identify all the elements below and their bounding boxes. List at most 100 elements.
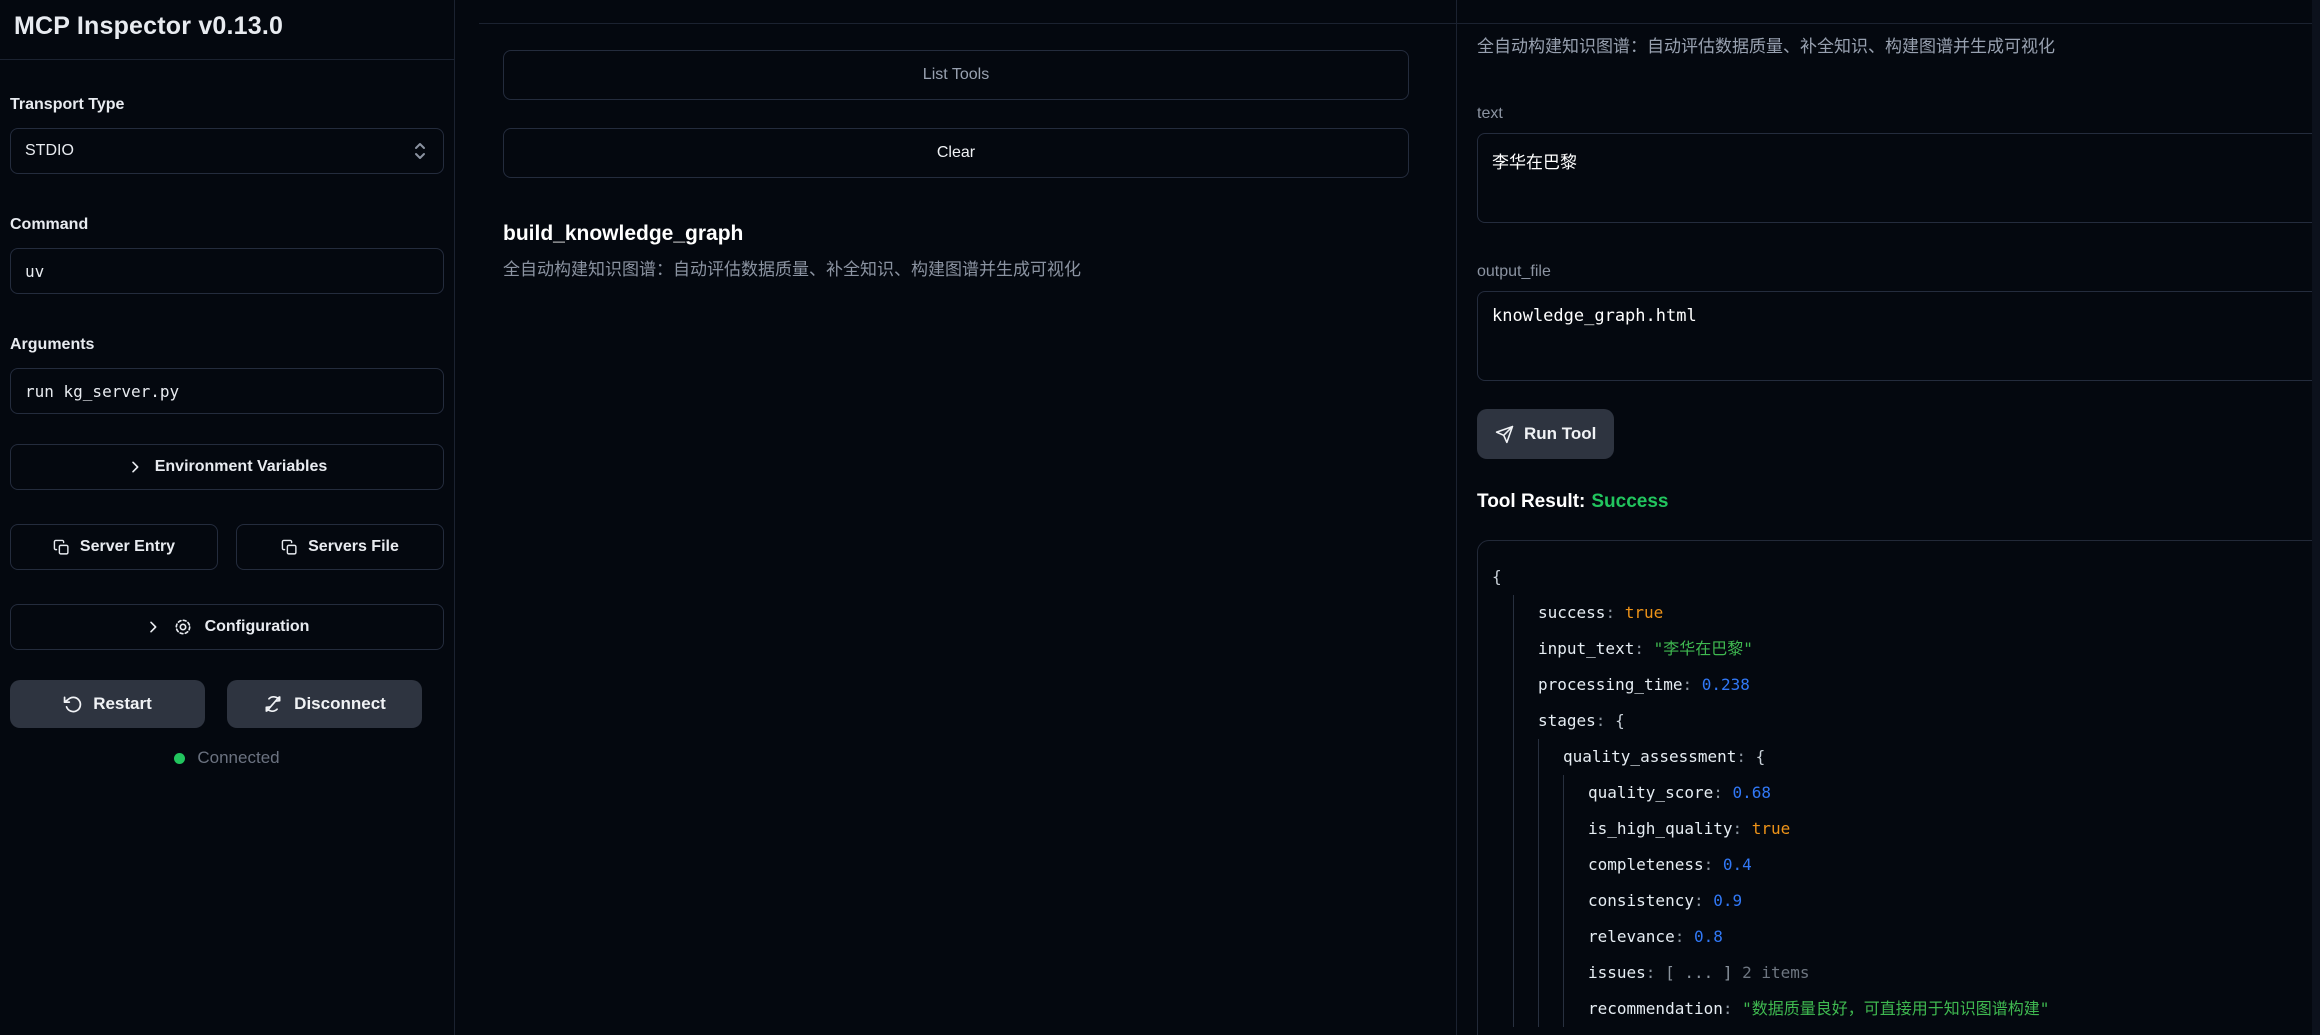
transport-type-label: Transport Type	[10, 96, 125, 113]
indent-guide	[1538, 955, 1563, 991]
json-key: is_high_quality	[1588, 819, 1733, 838]
select-updown-icon	[413, 141, 427, 161]
selected-tool-description: 全自动构建知识图谱：自动评估数据质量、补全知识、构建图谱并生成可视化	[1477, 37, 2055, 56]
servers-file-button[interactable]: Servers File	[236, 524, 444, 570]
json-value: {	[1755, 747, 1766, 766]
disconnect-label: Disconnect	[294, 694, 386, 713]
command-input[interactable]: uv	[10, 248, 444, 294]
command-value: uv	[25, 261, 45, 281]
json-colon: :	[1634, 639, 1654, 658]
indent-guide	[1538, 811, 1563, 847]
indent-guide	[1538, 883, 1563, 919]
json-line: is_high_quality: true	[1492, 811, 2313, 847]
indent-guide	[1513, 955, 1538, 991]
json-line: relevance: 0.8	[1492, 919, 2313, 955]
tool-result-label: Tool Result:	[1477, 491, 1586, 512]
json-value: 0.68	[1732, 783, 1772, 802]
json-line: quality_assessment: {	[1492, 739, 2313, 775]
transport-type-select[interactable]: STDIO	[10, 128, 444, 174]
json-line: stages: {	[1492, 703, 2313, 739]
arguments-input[interactable]: run kg_server.py	[10, 368, 444, 414]
indent-guide	[1513, 775, 1538, 811]
json-key: completeness	[1588, 855, 1704, 874]
indent-guide	[1513, 811, 1538, 847]
output-file-label: output_file	[1477, 263, 1551, 280]
environment-variables-toggle[interactable]: Environment Variables	[10, 444, 444, 490]
json-key: issues	[1588, 963, 1646, 982]
indent-guide	[1513, 919, 1538, 955]
server-entry-button[interactable]: Server Entry	[10, 524, 218, 570]
restart-icon	[63, 695, 82, 714]
transport-type-value: STDIO	[25, 142, 74, 159]
json-key: stages	[1538, 711, 1596, 730]
arguments-value: run kg_server.py	[25, 381, 180, 401]
run-tool-button[interactable]: Run Tool	[1477, 409, 1615, 459]
json-key: processing_time	[1538, 675, 1683, 694]
json-colon: :	[1732, 819, 1752, 838]
json-line: success: true	[1492, 595, 2313, 631]
text-field-label: text	[1477, 105, 1503, 122]
json-line: consistency: 0.9	[1492, 883, 2313, 919]
json-key: consistency	[1588, 891, 1694, 910]
json-line: completeness: 0.4	[1492, 847, 2313, 883]
tools-panel: List Tools Clear build_knowledge_graph 全…	[455, 0, 1457, 1035]
indent-guide	[1563, 775, 1588, 811]
indent-guide	[1563, 847, 1588, 883]
copy-icon	[53, 539, 70, 556]
json-line: {	[1492, 559, 2313, 595]
output-file-value: knowledge_graph.html	[1492, 306, 1697, 326]
clear-button[interactable]: Clear	[503, 128, 1409, 178]
vertical-scrollbar[interactable]	[2312, 0, 2320, 1035]
json-value: true	[1624, 603, 1664, 622]
json-key: recommendation	[1588, 999, 1723, 1018]
collapsed-item-count: 2 items	[1732, 963, 1810, 982]
chevron-right-icon	[145, 619, 161, 635]
json-line: recommendation: "数据质量良好，可直接用于知识图谱构建"	[1492, 991, 2313, 1027]
gear-icon	[173, 617, 193, 637]
indent-guide	[1513, 595, 1538, 631]
disconnect-button[interactable]: Disconnect	[227, 680, 422, 728]
tool-result-heading: Tool Result: Success	[1477, 491, 2320, 513]
output-file-input[interactable]: knowledge_graph.html	[1477, 291, 2320, 381]
sidebar: MCP Inspector v0.13.0 Transport Type STD…	[0, 0, 455, 1035]
json-key: quality_assessment	[1563, 747, 1737, 766]
json-colon: :	[1722, 999, 1743, 1018]
connected-dot-icon	[174, 752, 186, 764]
list-tools-button[interactable]: List Tools	[503, 50, 1409, 100]
tool-name: build_knowledge_graph	[503, 222, 744, 245]
indent-guide	[1538, 991, 1563, 1027]
indent-guide	[1563, 883, 1588, 919]
collapsed-array-toggle[interactable]: [ ... ]	[1665, 963, 1732, 982]
text-field-input[interactable]: 李华在巴黎	[1477, 133, 2320, 223]
json-value: "李华在巴黎"	[1653, 639, 1753, 658]
command-label: Command	[10, 216, 89, 233]
connection-status: Connected	[10, 748, 444, 768]
configuration-toggle[interactable]: Configuration	[10, 604, 444, 650]
connection-actions-row: Restart Disconnect	[10, 680, 444, 728]
json-colon: :	[1693, 891, 1714, 910]
json-value: 0.8	[1693, 927, 1723, 946]
json-value: "数据质量良好，可直接用于知识图谱构建"	[1742, 999, 2050, 1018]
send-icon	[1495, 425, 1514, 444]
json-colon: :	[1605, 603, 1625, 622]
json-value: {	[1492, 567, 1502, 586]
json-value: true	[1751, 819, 1791, 838]
tool-runner-panel: 全自动构建知识图谱：自动评估数据质量、补全知识、构建图谱并生成可视化 text …	[1457, 0, 2320, 1035]
restart-button[interactable]: Restart	[10, 680, 205, 728]
tool-list-item[interactable]: build_knowledge_graph 全自动构建知识图谱：自动评估数据质量…	[503, 222, 1409, 280]
indent-guide	[1563, 955, 1588, 991]
sync-off-icon	[263, 694, 283, 714]
server-buttons-row: Server Entry Servers File	[10, 524, 444, 570]
app-window: MCP Inspector v0.13.0 Transport Type STD…	[0, 0, 2320, 1035]
configuration-label: Configuration	[204, 618, 310, 635]
connected-label: Connected	[197, 748, 280, 767]
tool-description: 全自动构建知识图谱：自动评估数据质量、补全知识、构建图谱并生成可视化	[503, 260, 1081, 279]
servers-file-label: Servers File	[308, 538, 399, 555]
indent-guide	[1563, 811, 1588, 847]
json-value: {	[1615, 711, 1625, 730]
indent-guide	[1538, 847, 1563, 883]
json-key: quality_score	[1588, 783, 1714, 802]
json-value: 0.238	[1701, 675, 1750, 694]
environment-variables-label: Environment Variables	[154, 458, 328, 475]
indent-guide	[1513, 703, 1538, 739]
